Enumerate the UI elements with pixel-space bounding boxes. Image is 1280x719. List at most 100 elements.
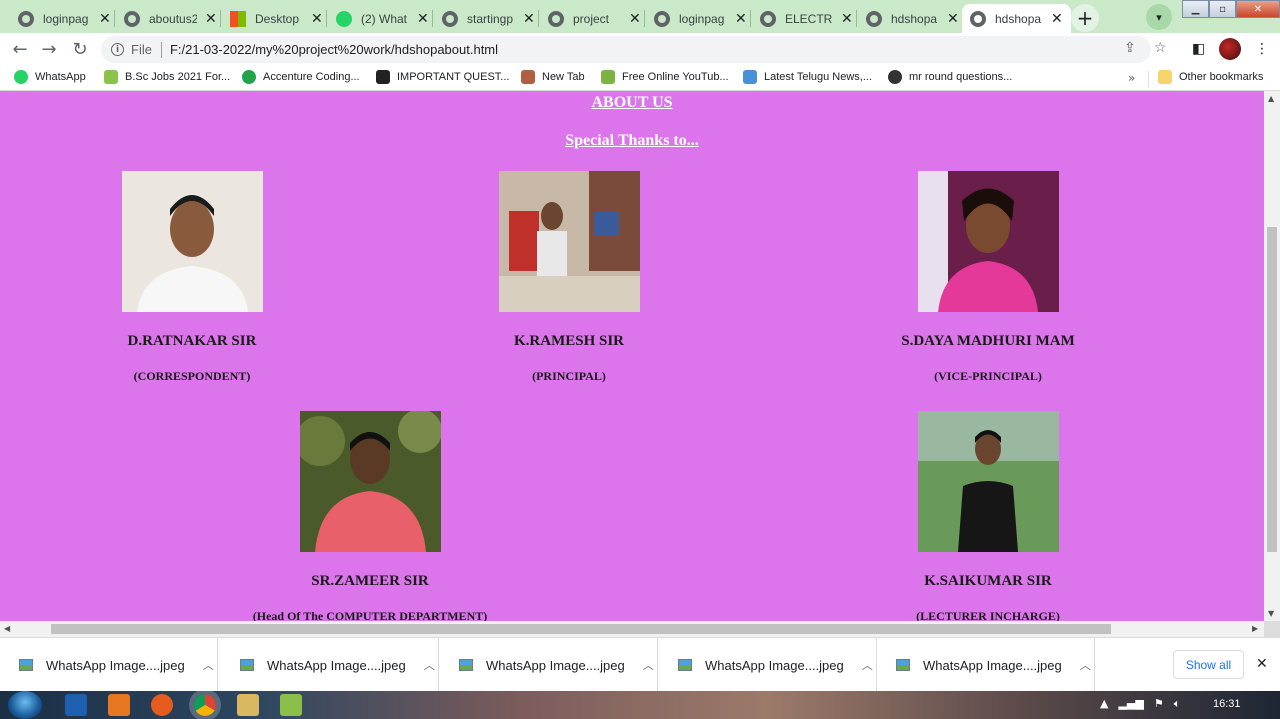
scroll-up-icon[interactable]: ▲	[1268, 94, 1274, 103]
tab-label: project	[573, 11, 610, 26]
bookmark-mr-round[interactable]: mr round questions...	[888, 70, 1012, 84]
tab-label: hdshopa	[891, 11, 938, 26]
tab-4[interactable]: (2) What ✕	[328, 4, 437, 33]
more-bookmarks-icon[interactable]: »	[1128, 71, 1135, 85]
close-icon[interactable]: ✕	[311, 11, 323, 27]
download-item[interactable]: WhatsApp Image....jpeg ︿	[0, 638, 218, 692]
maximize-icon[interactable]: ▫	[1209, 0, 1236, 18]
download-item[interactable]: WhatsApp Image....jpeg ︿	[877, 638, 1095, 692]
scroll-right-icon[interactable]: ▶	[1252, 624, 1258, 633]
person-role: (VICE-PRINCIPAL)	[934, 369, 1042, 383]
tab-9[interactable]: hdshopa ✕	[858, 4, 967, 33]
close-icon[interactable]: ✕	[947, 11, 959, 27]
person-name: SR.ZAMEER SIR	[311, 573, 429, 589]
close-icon[interactable]: ✕	[99, 11, 111, 27]
chevron-up-icon[interactable]: ︿	[862, 657, 873, 673]
bookmark-whatsapp[interactable]: WhatsApp	[14, 70, 86, 84]
chevron-up-icon[interactable]: ︿	[1080, 657, 1091, 673]
scroll-down-icon[interactable]: ▼	[1268, 609, 1274, 618]
bookmark-bsc-jobs[interactable]: B.Sc Jobs 2021 For...	[104, 70, 230, 84]
bookmark-star-icon[interactable]: ☆	[1154, 40, 1167, 56]
close-icon[interactable]: ✕	[841, 11, 853, 27]
chevron-up-icon[interactable]: ︿	[203, 657, 214, 673]
chrome-icon[interactable]	[194, 694, 216, 716]
download-item[interactable]: WhatsApp Image....jpeg ︿	[221, 638, 439, 692]
notepad-icon[interactable]	[280, 694, 302, 716]
side-panel-icon[interactable]: ◧	[1192, 41, 1205, 57]
firefox-icon[interactable]	[151, 694, 173, 716]
ie-icon[interactable]	[65, 694, 87, 716]
tray-expand-icon[interactable]: ▲	[1100, 697, 1108, 711]
url-text[interactable]: F:/21-03-2022/my%20project%20work/hdshop…	[170, 42, 498, 57]
close-icon[interactable]: ✕	[205, 11, 217, 27]
globe-icon	[548, 10, 564, 27]
forward-icon[interactable]: →	[38, 38, 60, 60]
download-filename: WhatsApp Image....jpeg	[267, 657, 406, 673]
chevron-up-icon[interactable]: ︿	[424, 657, 435, 673]
person-role: (LECTURER INCHARGE)	[916, 609, 1060, 621]
tab-5[interactable]: startingp ✕	[434, 4, 543, 33]
volume-icon[interactable]: 🔈︎	[1174, 697, 1181, 711]
close-icon[interactable]: ✕	[417, 11, 429, 27]
scrollbar-thumb[interactable]	[1267, 227, 1277, 552]
close-icon[interactable]: ✕	[1051, 11, 1063, 27]
person-photo	[498, 171, 640, 312]
start-button[interactable]	[8, 691, 42, 719]
person-card: K.RAMESH SIR (PRINCIPAL)	[439, 171, 699, 384]
action-center-icon[interactable]: ⚑	[1154, 697, 1164, 711]
reload-icon[interactable]: ↻	[69, 38, 91, 60]
person-photo	[917, 411, 1059, 552]
minimize-icon[interactable]: ▁	[1182, 0, 1209, 18]
media-player-icon[interactable]	[108, 694, 130, 716]
info-icon[interactable]: i	[111, 43, 124, 56]
chevron-up-icon[interactable]: ︿	[643, 657, 654, 673]
bookmark-label: mr round questions...	[909, 71, 1013, 83]
globe-icon	[888, 70, 902, 84]
horizontal-scrollbar[interactable]: ◀ ▶	[0, 621, 1264, 637]
download-item[interactable]: WhatsApp Image....jpeg ︿	[440, 638, 658, 692]
close-icon[interactable]: ✕	[1256, 656, 1268, 672]
globe-icon	[866, 10, 882, 27]
bookmark-youtube[interactable]: Free Online YouTub...	[601, 70, 729, 84]
tab-label: loginpag	[43, 11, 89, 26]
tab-7[interactable]: loginpag ✕	[646, 4, 755, 33]
download-shelf: WhatsApp Image....jpeg ︿ WhatsApp Image..…	[0, 637, 1280, 692]
close-icon[interactable]: ✕	[735, 11, 747, 27]
new-tab-button[interactable]: +	[1071, 4, 1099, 32]
scroll-left-icon[interactable]: ◀	[4, 624, 10, 633]
windows-taskbar: ▲ ▂▄▆ ⚑ 🔈︎ 16:31	[0, 691, 1280, 719]
other-bookmarks[interactable]: Other bookmarks	[1158, 70, 1263, 84]
bookmarks-bar: WhatsApp B.Sc Jobs 2021 For... Accenture…	[0, 65, 1280, 91]
tab-label: aboutus2	[149, 11, 197, 26]
bookmark-important[interactable]: IMPORTANT QUEST...	[376, 70, 509, 84]
back-icon[interactable]: ←	[9, 38, 31, 60]
tab-search-button[interactable]: ▾	[1146, 4, 1172, 30]
menu-icon[interactable]: ⋮	[1255, 41, 1269, 57]
tab-1[interactable]: loginpag ✕	[10, 4, 119, 33]
tab-3[interactable]: Desktop ✕	[222, 4, 331, 33]
close-icon[interactable]: ✕	[523, 11, 535, 27]
address-bar[interactable]: i File F:/21-03-2022/my%20project%20work…	[101, 36, 1151, 63]
scrollbar-thumb[interactable]	[51, 624, 1111, 634]
tab-2[interactable]: aboutus2 ✕	[116, 4, 225, 33]
person-card: K.SAIKUMAR SIR (LECTURER INCHARGE)	[858, 411, 1118, 621]
tab-8[interactable]: ELECTRO ✕	[752, 4, 861, 33]
bookmark-new-tab[interactable]: New Tab	[521, 70, 585, 84]
tab-10-active[interactable]: hdshopa ✕	[962, 4, 1071, 33]
bookmark-accenture[interactable]: Accenture Coding...	[242, 70, 360, 84]
show-all-button[interactable]: Show all	[1173, 650, 1244, 679]
clock[interactable]: 16:31	[1213, 698, 1241, 710]
file-explorer-icon[interactable]	[237, 694, 259, 716]
network-icon[interactable]: ▂▄▆	[1118, 697, 1143, 711]
download-arrow-icon	[601, 70, 615, 84]
download-item[interactable]: WhatsApp Image....jpeg ︿	[659, 638, 877, 692]
window-close-icon[interactable]: ✕	[1236, 0, 1280, 18]
folder-icon	[1158, 70, 1172, 84]
share-icon[interactable]: ⇪	[1124, 40, 1136, 56]
person-card: S.DAYA MADHURI MAM (VICE-PRINCIPAL)	[858, 171, 1118, 384]
tab-6[interactable]: project ✕	[540, 4, 649, 33]
close-icon[interactable]: ✕	[629, 11, 641, 27]
bookmark-telugu-news[interactable]: Latest Telugu News,...	[743, 70, 872, 84]
vertical-scrollbar[interactable]: ▲ ▼	[1264, 91, 1280, 621]
profile-avatar[interactable]	[1219, 38, 1241, 60]
